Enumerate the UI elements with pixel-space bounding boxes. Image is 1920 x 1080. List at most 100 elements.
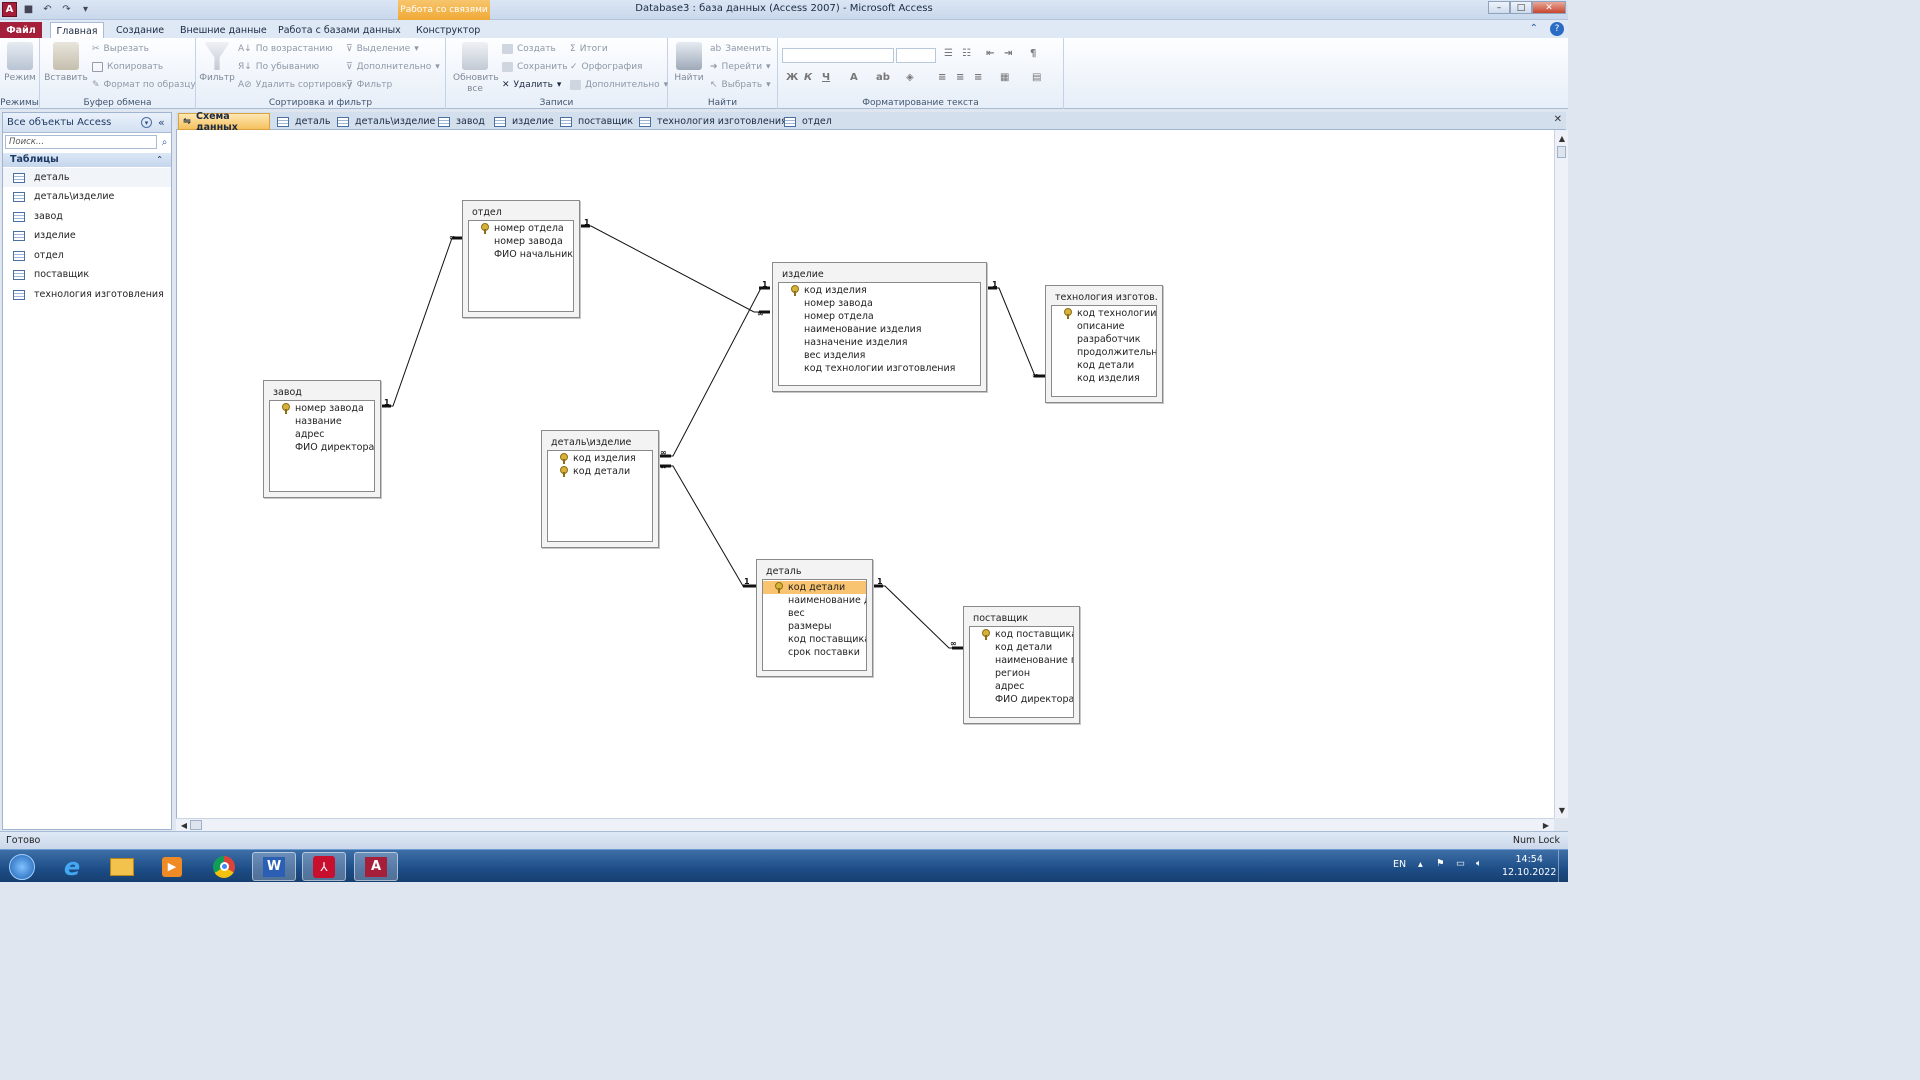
doc-tab-tehnologia[interactable]: технология изготовления [635, 113, 787, 130]
nav-pane-header[interactable]: Все объекты Access ▾ « [3, 113, 171, 133]
italic-button[interactable]: К [804, 72, 812, 83]
nav-pane-title[interactable]: Все объекты Access [7, 117, 111, 128]
table-window-postavshik[interactable]: поставщик код поставщика код детали наим… [963, 606, 1080, 724]
field-item[interactable]: срок поставки [763, 646, 866, 659]
field-item[interactable]: ФИО начальника [469, 248, 573, 261]
tab-database-tools[interactable]: Работа с базами данных [270, 22, 409, 39]
underline-button[interactable]: Ч [822, 72, 830, 83]
field-item[interactable]: код детали [548, 465, 652, 478]
taskbar-explorer[interactable] [100, 852, 144, 881]
shutter-bar-close-icon[interactable]: « [158, 116, 165, 129]
field-item[interactable]: номер завода [779, 297, 980, 310]
tab-home[interactable]: Главная [50, 22, 104, 39]
field-item[interactable]: размеры [763, 620, 866, 633]
doc-tab-postavshik[interactable]: поставщик [556, 113, 633, 130]
save-record-button[interactable]: Сохранить [502, 62, 568, 72]
relationships-canvas[interactable]: 1 ∞ 1 ∞ 1 1 ∞ ∞ ∞ 1 1 ∞ отдел номер отде… [176, 130, 1554, 818]
doc-tab-detal[interactable]: деталь [273, 113, 330, 130]
clock[interactable]: 14:54 12.10.2022 [1502, 854, 1556, 878]
font-size-combo[interactable] [896, 48, 936, 63]
view-mode-button[interactable]: Режим [4, 42, 36, 84]
taskbar-ie[interactable]: e [50, 852, 94, 881]
nav-item-izdelie[interactable]: изделие [3, 226, 171, 245]
nav-item-otdel[interactable]: отдел [3, 246, 171, 265]
field-item[interactable]: наименование изделия [779, 323, 980, 336]
format-painter-button[interactable]: ✎ Формат по образцу [92, 80, 196, 90]
field-item[interactable]: номер отдела [779, 310, 980, 323]
cut-button[interactable]: ✂ Вырезать [92, 44, 149, 54]
align-right-icon[interactable]: ≡ [974, 72, 982, 83]
field-item-selected[interactable]: код детали [763, 581, 866, 594]
scroll-thumb[interactable] [1557, 146, 1566, 158]
field-item[interactable]: вес [763, 607, 866, 620]
paste-button[interactable]: Вставить [44, 42, 88, 84]
scroll-right-icon[interactable]: ▶ [1540, 819, 1552, 831]
nav-item-tehnologia[interactable]: технология изготовления [3, 285, 171, 304]
more-records-button[interactable]: Дополнительно ▾ [570, 80, 668, 90]
gridlines-icon[interactable]: ▦ [1000, 72, 1009, 83]
font-color-icon[interactable]: A [850, 72, 858, 83]
tab-design[interactable]: Конструктор [408, 22, 488, 39]
field-item[interactable]: код поставщика [970, 628, 1073, 641]
outdent-icon[interactable]: ⇤ [986, 48, 994, 59]
doc-tab-schema[interactable]: ⇋ Схема данных [178, 111, 270, 133]
help-icon[interactable]: ? [1550, 22, 1564, 36]
scroll-down-icon[interactable]: ▼ [1556, 804, 1568, 816]
table-window-otdel[interactable]: отдел номер отдела номер завода ФИО нача… [462, 200, 580, 318]
field-item[interactable]: вес изделия [779, 349, 980, 362]
field-item[interactable]: ФИО директора [970, 693, 1073, 706]
table-window-tehnologia[interactable]: технология изготов... код технологии опи… [1045, 285, 1163, 403]
new-record-button[interactable]: Создать [502, 44, 556, 54]
nav-item-zavod[interactable]: завод [3, 207, 171, 226]
highlight-icon[interactable]: ab [876, 72, 890, 83]
field-item[interactable]: адрес [970, 680, 1073, 693]
font-name-combo[interactable] [782, 48, 894, 63]
tab-external-data[interactable]: Внешние данные [172, 22, 275, 39]
field-item[interactable]: номер завода [270, 402, 374, 415]
table-window-izdelie[interactable]: изделие код изделия номер завода номер о… [772, 262, 987, 392]
field-item[interactable]: код технологии изготовления [779, 362, 980, 375]
action-center-flag-icon[interactable]: ⚑ [1436, 858, 1445, 869]
advanced-button[interactable]: ⊽ Дополнительно ▾ [346, 62, 440, 72]
field-item[interactable]: регион [970, 667, 1073, 680]
field-item[interactable]: ФИО директора [270, 441, 374, 454]
find-button[interactable]: Найти [672, 42, 706, 84]
numbering-icon[interactable]: ☷ [962, 48, 971, 59]
table-window-detal-izdelie[interactable]: деталь\изделие код изделия код детали [541, 430, 659, 548]
field-item[interactable]: продолжительность [1052, 346, 1156, 359]
start-button[interactable] [2, 852, 42, 881]
field-item[interactable]: разработчик [1052, 333, 1156, 346]
table-window-zavod[interactable]: завод номер завода название адрес ФИО ди… [263, 380, 381, 498]
field-item[interactable]: код изделия [1052, 372, 1156, 385]
sort-ascending-button[interactable]: A↓ По возрастанию [238, 44, 333, 54]
field-item[interactable]: описание [1052, 320, 1156, 333]
field-item[interactable]: адрес [270, 428, 374, 441]
maximize-button[interactable]: □ [1510, 1, 1532, 14]
field-item[interactable]: код поставщика [763, 633, 866, 646]
show-hidden-icons-icon[interactable]: ▴ [1418, 859, 1423, 870]
nav-item-detal-izdelie[interactable]: деталь\изделие [3, 187, 171, 206]
close-document-icon[interactable]: ✕ [1554, 114, 1562, 125]
minimize-ribbon-icon[interactable]: ⌃ [1530, 23, 1538, 34]
nav-search-input[interactable]: Поиск... [5, 135, 157, 149]
selection-button[interactable]: ⊽ Выделение ▾ [346, 44, 419, 54]
bullets-icon[interactable]: ☰ [944, 48, 953, 59]
field-item[interactable]: номер отдела [469, 222, 573, 235]
language-indicator[interactable]: EN [1393, 859, 1406, 870]
paragraph-direction-icon[interactable]: ¶ [1030, 48, 1036, 59]
sort-descending-button[interactable]: Я↓ По убыванию [238, 62, 319, 72]
close-button[interactable]: ✕ [1532, 1, 1566, 14]
nav-item-postavshik[interactable]: поставщик [3, 265, 171, 284]
show-desktop-button[interactable] [1558, 850, 1568, 883]
volume-icon[interactable]: 🔈︎ [1476, 858, 1482, 869]
minimize-button[interactable]: – [1488, 1, 1510, 14]
field-item[interactable]: код технологии [1052, 307, 1156, 320]
toggle-filter-button[interactable]: ⊽ Фильтр [346, 80, 392, 90]
doc-tab-izdelie[interactable]: изделие [490, 113, 554, 130]
tab-file[interactable]: Файл [0, 22, 42, 39]
nav-section-tables[interactable]: Таблицы ⌃ [3, 153, 171, 167]
doc-tab-otdel[interactable]: отдел [780, 113, 832, 130]
scroll-up-icon[interactable]: ▲ [1556, 132, 1568, 144]
alt-row-color-icon[interactable]: ▤ [1032, 72, 1041, 83]
fill-color-icon[interactable]: ◈ [906, 72, 914, 83]
